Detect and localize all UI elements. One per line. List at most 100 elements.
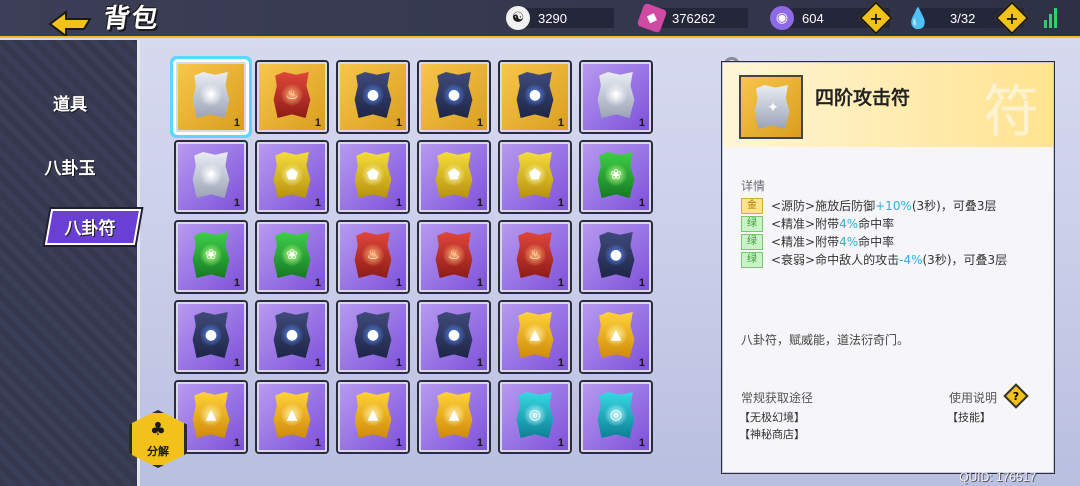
item-count: 1 (233, 117, 240, 129)
water-icon: ● (281, 324, 303, 346)
resource-value: 376262 (672, 10, 716, 26)
attribute-text: 命中率 (858, 217, 895, 231)
attribute-line: 绿 <衰弱>命中敌人的攻击 -4% (3秒)，可叠3层 (741, 251, 1007, 268)
inventory-slot[interactable]: ● 1 (176, 302, 246, 372)
mountain-icon: ▲ (605, 324, 627, 346)
item-count: 1 (557, 117, 564, 129)
item-count: 1 (314, 117, 321, 129)
attribute-text: (3秒)，可叠3层 (911, 199, 997, 213)
wave-icon: ◎ (524, 404, 546, 426)
inventory-slot[interactable]: ● 1 (257, 302, 327, 372)
back-arrow-icon[interactable] (46, 10, 96, 38)
item-count: 1 (395, 117, 402, 129)
attribute-tier-badge: 金 (741, 197, 763, 214)
wind-icon: ✦ (200, 164, 222, 186)
resource-value: 604 (802, 10, 824, 26)
wood-icon: ❀ (200, 244, 222, 266)
inventory-slot[interactable]: ▲ 1 (338, 382, 408, 452)
inventory-slot[interactable]: ♨ 1 (257, 62, 327, 132)
inventory-slot[interactable]: ✦ 1 (581, 62, 651, 132)
wood-icon: ❀ (605, 164, 627, 186)
item-name: 四阶攻击符 (815, 87, 911, 109)
item-count: 1 (557, 437, 564, 449)
item-count: 1 (395, 197, 402, 209)
inventory-slot[interactable]: ● 1 (338, 302, 408, 372)
attribute-tier-badge: 绿 (741, 215, 763, 232)
detail-section-label: 详情 (741, 179, 766, 193)
inventory-slot[interactable]: ▲ 1 (257, 382, 327, 452)
item-count: 1 (233, 277, 240, 289)
item-count: 1 (638, 357, 645, 369)
inventory-slot[interactable]: ▲ 1 (500, 302, 570, 372)
tab-bagua-jade[interactable]: 八卦玉 (0, 154, 140, 179)
resource-orb: ◉ 604 (770, 6, 890, 30)
item-count: 1 (395, 277, 402, 289)
inventory-slot[interactable]: ❀ 1 (257, 222, 327, 292)
source-item[interactable]: 【神秘商店】 (739, 426, 805, 442)
item-count: 1 (233, 437, 240, 449)
item-count: 1 (476, 437, 483, 449)
item-count: 1 (314, 357, 321, 369)
item-count: 1 (557, 197, 564, 209)
shield-icon: ⬟ (281, 164, 303, 186)
attribute-tier-badge: 绿 (741, 233, 763, 250)
inventory-slot[interactable]: ⬟ 1 (257, 142, 327, 212)
wind-icon: ✦ (200, 84, 222, 106)
resource-value: 3/32 (950, 10, 976, 26)
inventory-slot[interactable]: ▲ 1 (581, 302, 651, 372)
item-detail-panel: 符 ✦ 四阶攻击符 详情 金 <源防>施放后防御 +10% (3秒)，可叠3层绿 <精准… (722, 62, 1054, 473)
mountain-icon: ▲ (362, 404, 384, 426)
inventory-slot[interactable]: ● 1 (581, 222, 651, 292)
inventory-slot[interactable]: ⬟ 1 (419, 142, 489, 212)
wind-icon: ✦ (605, 84, 627, 106)
help-icon[interactable]: ? (1003, 383, 1029, 409)
inventory-slot[interactable]: ❀ 1 (176, 222, 246, 292)
water-icon: ● (443, 324, 465, 346)
item-count: 1 (233, 197, 240, 209)
attribute-text: 命中率 (858, 235, 895, 249)
water-icon: ● (524, 84, 546, 106)
attribute-text: <源防>施放后防御 (771, 199, 876, 213)
resource-yin-yang: ☯ 3290 (506, 6, 614, 30)
inventory-slot[interactable]: ◎ 1 (500, 382, 570, 452)
water-icon: ● (443, 84, 465, 106)
item-count: 1 (557, 357, 564, 369)
water-icon: ● (200, 324, 222, 346)
inventory-slot[interactable]: ▲ 1 (419, 382, 489, 452)
tab-items[interactable]: 道具 (0, 90, 140, 115)
top-bar: 背包 ☯ 3290 ◆ 376262 ◉ 604 + 💧 3/32 + (0, 0, 1080, 38)
tab-bagua-talisman[interactable]: 八卦符 (20, 214, 160, 239)
item-count: 1 (314, 437, 321, 449)
inventory-slot[interactable]: ● 1 (419, 62, 489, 132)
wood-icon: ❀ (281, 244, 303, 266)
inventory-slot[interactable]: ♨ 1 (338, 222, 408, 292)
inventory-slot[interactable]: ♨ 1 (500, 222, 570, 292)
inventory-slot[interactable]: ⬟ 1 (500, 142, 570, 212)
attribute-text: (3秒)，可叠3层 (922, 253, 1008, 267)
fire-icon: ♨ (443, 244, 465, 266)
item-count: 1 (314, 277, 321, 289)
detail-header: 符 ✦ 四阶攻击符 (723, 63, 1053, 147)
add-stamina-button[interactable]: + (995, 1, 1029, 35)
item-count: 1 (233, 357, 240, 369)
inventory-slot[interactable]: ✦ 1 (176, 62, 246, 132)
source-item[interactable]: 【无极幻境】 (739, 409, 805, 425)
water-drop-icon: 💧 (905, 6, 931, 30)
shield-icon: ⬟ (362, 164, 384, 186)
inventory-slot[interactable]: ⬟ 1 (338, 142, 408, 212)
watermark-text: 符 (983, 80, 1039, 145)
attribute-line: 绿 <精准>附带 4% 命中率 (741, 215, 894, 232)
inventory-slot[interactable]: ❀ 1 (581, 142, 651, 212)
inventory-slot[interactable]: ● 1 (419, 302, 489, 372)
inventory-slot[interactable]: ● 1 (338, 62, 408, 132)
fire-icon: ♨ (362, 244, 384, 266)
quid-label: QUID: 176517 (959, 470, 1036, 484)
add-orb-button[interactable]: + (859, 1, 893, 35)
inventory-slot[interactable]: ◎ 1 (581, 382, 651, 452)
inventory-slot[interactable]: ✦ 1 (176, 142, 246, 212)
inventory-slot[interactable]: ● 1 (500, 62, 570, 132)
source-title: 常规获取途径 (741, 391, 814, 405)
item-count: 1 (476, 277, 483, 289)
wind-icon: ✦ (767, 100, 779, 116)
inventory-slot[interactable]: ♨ 1 (419, 222, 489, 292)
